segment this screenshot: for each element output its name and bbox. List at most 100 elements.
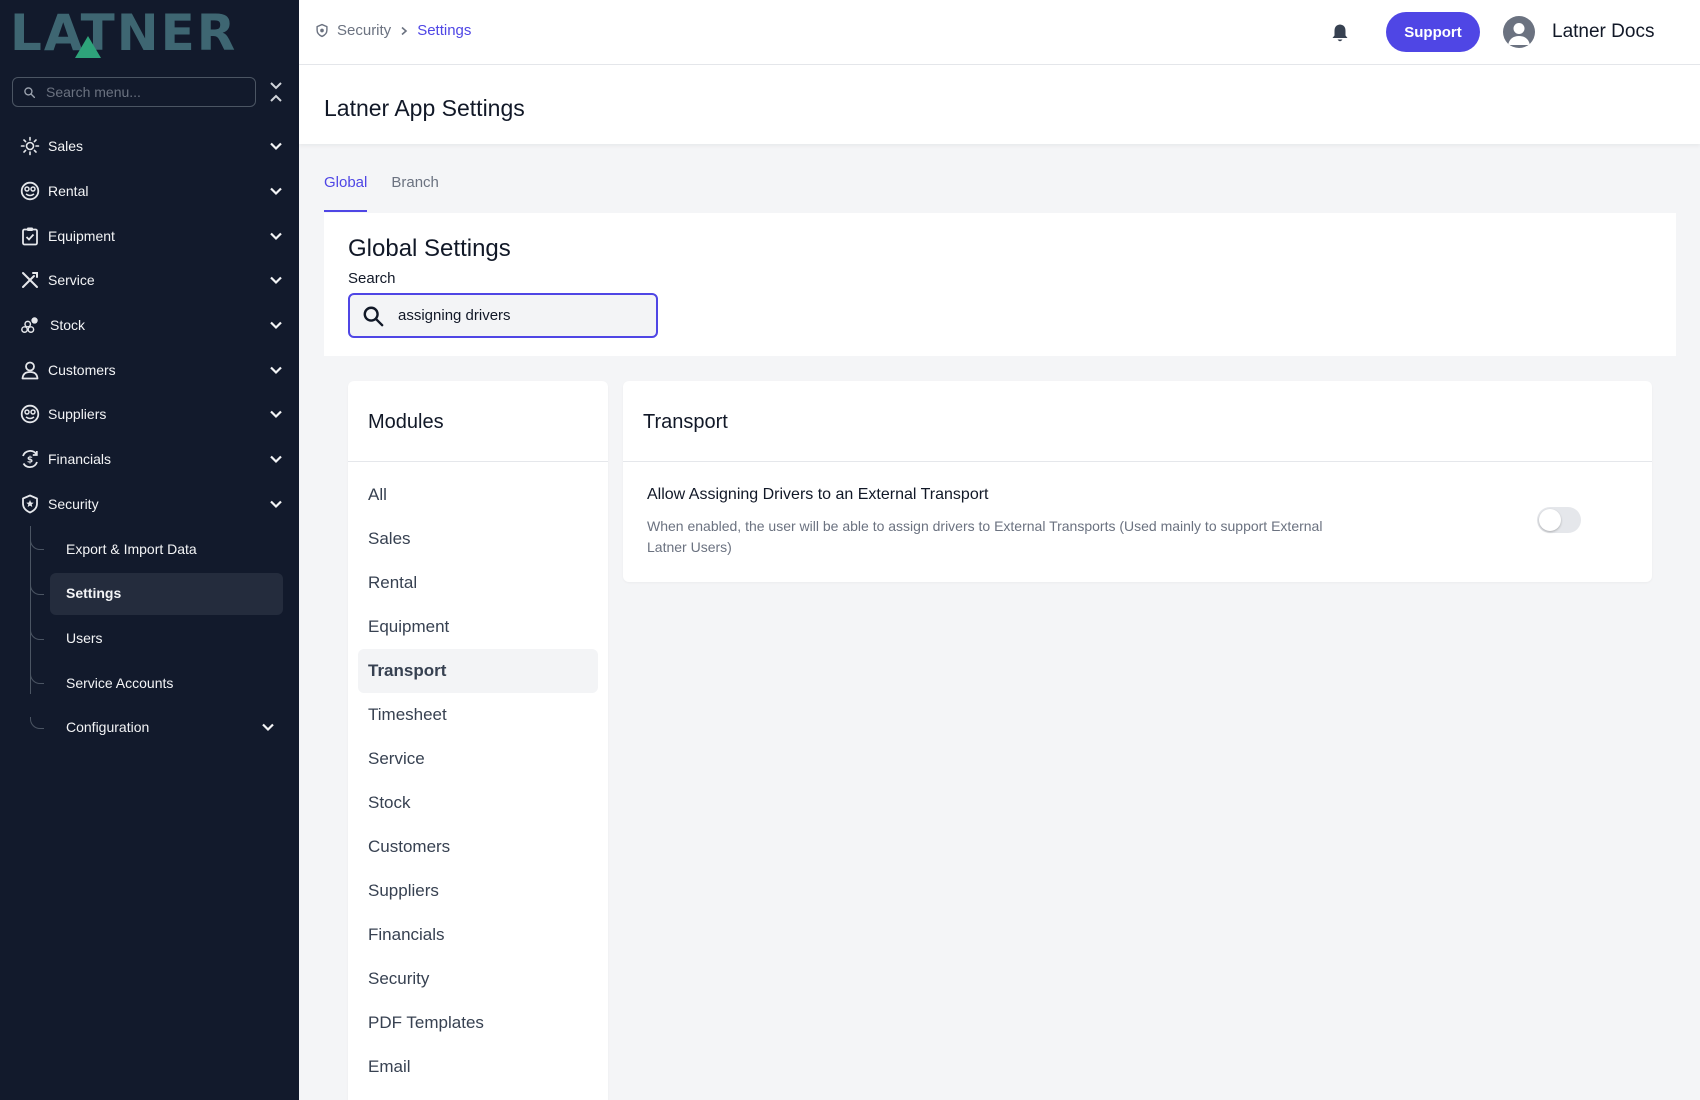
- search-label: Search: [348, 270, 396, 287]
- settings-search-input[interactable]: [398, 307, 638, 324]
- sidebar-item-label: Financials: [48, 451, 112, 468]
- chevron-down-icon: [270, 187, 282, 196]
- global-settings-title: Global Settings: [348, 235, 511, 262]
- module-item-pdf-templates[interactable]: PDF Templates: [358, 1001, 598, 1045]
- breadcrumb-security[interactable]: Security: [337, 22, 391, 39]
- module-item-all[interactable]: All: [358, 473, 598, 517]
- setting-title: Allow Assigning Drivers to an External T…: [647, 486, 989, 503]
- sidebar-item-rental[interactable]: Rental: [0, 169, 299, 214]
- sidebar-subitem-settings[interactable]: Settings: [0, 571, 299, 616]
- sidebar-subitem-label: Service Accounts: [66, 674, 174, 691]
- sidebar: LATNER Sales Rental Equipment Service: [0, 0, 299, 1100]
- assign-drivers-toggle[interactable]: [1537, 507, 1581, 533]
- module-item-equipment[interactable]: Equipment: [358, 605, 598, 649]
- topbar: Security Settings Support Latner Docs: [299, 0, 1700, 65]
- sidebar-item-suppliers[interactable]: Suppliers: [0, 392, 299, 437]
- modules-title: Modules: [368, 411, 444, 433]
- sidebar-subitem-service-accounts[interactable]: Service Accounts: [0, 660, 299, 705]
- sidebar-subitem-label: Export & Import Data: [66, 540, 197, 557]
- financials-icon: $: [20, 449, 40, 469]
- chevron-right-icon: [399, 26, 409, 36]
- security-subnav: Export & Import Data Settings Users Serv…: [0, 526, 299, 749]
- suppliers-icon: [20, 404, 40, 424]
- sidebar-item-security[interactable]: Security: [0, 482, 299, 527]
- chevron-down-icon: [270, 366, 282, 374]
- sidebar-search-input[interactable]: [46, 84, 236, 100]
- bell-icon[interactable]: [1329, 22, 1351, 44]
- support-button[interactable]: Support: [1386, 12, 1480, 52]
- chevron-down-icon: [270, 321, 282, 330]
- collapse-icon: [270, 82, 282, 102]
- tree-branch: [30, 627, 44, 640]
- avatar[interactable]: [1503, 16, 1535, 48]
- sidebar-item-label: Customers: [48, 361, 116, 378]
- sidebar-search: [12, 77, 256, 107]
- sidebar-item-label: Security: [48, 495, 99, 512]
- rental-icon: [20, 181, 40, 201]
- user-name[interactable]: Latner Docs: [1552, 21, 1654, 43]
- user-avatar-icon: [1508, 23, 1530, 45]
- sidebar-subitem-users[interactable]: Users: [0, 616, 299, 661]
- module-item-timesheet[interactable]: Timesheet: [358, 693, 598, 737]
- sidebar-item-label: Stock: [50, 317, 86, 334]
- divider: [623, 461, 1652, 462]
- module-item-transport[interactable]: Transport: [358, 649, 598, 693]
- transport-title: Transport: [643, 411, 728, 433]
- sidebar-subitem-configuration[interactable]: Configuration: [0, 705, 299, 750]
- setting-description: When enabled, the user will be able to a…: [647, 518, 1323, 555]
- chevron-down-icon: [270, 232, 282, 240]
- sidebar-subitem-label: Configuration: [66, 719, 150, 736]
- module-item-stock[interactable]: Stock: [358, 781, 598, 825]
- latner-logo[interactable]: LATNER: [10, 4, 280, 62]
- collapse-sidebar-button[interactable]: [266, 80, 286, 104]
- sidebar-item-label: Equipment: [48, 227, 115, 244]
- sidebar-item-financials[interactable]: $ Financials: [0, 437, 299, 482]
- tools-icon: [20, 270, 40, 290]
- chevron-down-icon: [270, 277, 282, 285]
- global-settings-card: Global Settings Search: [324, 213, 1676, 356]
- toggle-knob: [1539, 509, 1561, 531]
- module-item-suppliers[interactable]: Suppliers: [358, 869, 598, 913]
- sidebar-item-equipment[interactable]: Equipment: [0, 213, 299, 258]
- transport-card: Transport Allow Assigning Drivers to an …: [623, 381, 1652, 582]
- breadcrumb-settings[interactable]: Settings: [417, 22, 471, 39]
- logo-text: LATNER: [10, 4, 238, 62]
- sidebar-subitem-label: Users: [66, 629, 103, 646]
- sidebar-nav: Sales Rental Equipment Service Stock Cus…: [0, 124, 299, 750]
- sidebar-item-label: Sales: [48, 138, 84, 155]
- sidebar-item-sales[interactable]: Sales: [0, 124, 299, 169]
- chevron-down-icon: [270, 455, 282, 464]
- tree-branch: [30, 716, 44, 729]
- module-list: All Sales Rental Equipment Transport Tim…: [358, 473, 598, 1089]
- breadcrumb: Security Settings: [315, 22, 471, 39]
- module-item-email[interactable]: Email: [358, 1045, 598, 1089]
- tab-global[interactable]: Global: [324, 160, 368, 212]
- chevron-down-icon: [270, 500, 282, 508]
- sales-icon: [20, 136, 40, 156]
- clipboard-icon: [20, 226, 40, 246]
- sidebar-item-stock[interactable]: Stock: [0, 303, 299, 348]
- settings-tabs: Global Branch: [324, 160, 463, 212]
- module-item-security[interactable]: Security: [358, 957, 598, 1001]
- chevron-down-icon: [270, 411, 282, 419]
- shield-icon: [316, 23, 328, 38]
- stock-icon: [20, 315, 40, 335]
- module-item-service[interactable]: Service: [358, 737, 598, 781]
- sidebar-item-label: Rental: [48, 183, 89, 200]
- tab-branch[interactable]: Branch: [391, 160, 439, 212]
- module-item-rental[interactable]: Rental: [358, 561, 598, 605]
- tree-branch: [30, 582, 44, 595]
- chevron-down-icon: [262, 724, 274, 732]
- page-title: Latner App Settings: [324, 95, 525, 121]
- module-item-sales[interactable]: Sales: [358, 517, 598, 561]
- tree-branch: [30, 538, 44, 551]
- module-item-customers[interactable]: Customers: [358, 825, 598, 869]
- sidebar-subitem-label: Settings: [66, 585, 122, 602]
- sidebar-subitem-export-import[interactable]: Export & Import Data: [0, 526, 299, 571]
- chevron-down-icon: [270, 143, 282, 151]
- sidebar-item-customers[interactable]: Customers: [0, 347, 299, 392]
- modules-card: Modules All Sales Rental Equipment Trans…: [348, 381, 608, 1100]
- divider: [348, 461, 608, 462]
- module-item-financials[interactable]: Financials: [358, 913, 598, 957]
- sidebar-item-service[interactable]: Service: [0, 258, 299, 303]
